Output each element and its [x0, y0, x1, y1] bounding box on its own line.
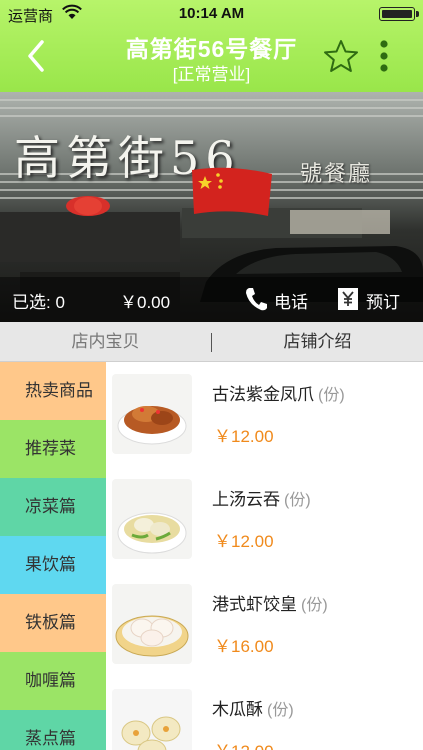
dish-unit: (份)	[267, 702, 294, 719]
total-price: ￥0.00	[120, 293, 171, 312]
dish-name: 木瓜酥 (份)	[212, 700, 294, 719]
selected-count: 已选: 0	[12, 293, 65, 312]
nav-header: 运营商 10:14 AM 高第街56号餐厅 [正常营业]	[0, 0, 423, 92]
favorite-star-icon[interactable]	[322, 38, 360, 74]
dish-row[interactable]: 港式虾饺皇 (份) ￥16.00	[106, 572, 423, 677]
category-dim-sum[interactable]: 蒸点篇	[0, 710, 106, 750]
tab-shop-intro[interactable]: 店铺介绍	[212, 322, 423, 362]
tab-products[interactable]: 店内宝贝	[0, 322, 211, 362]
category-drinks[interactable]: 果饮篇	[0, 536, 106, 594]
dish-price: ￥12.00	[214, 532, 274, 551]
dish-row[interactable]: 古法紫金凤爪 (份) ￥12.00	[106, 362, 423, 467]
dish-price: ￥16.00	[214, 637, 274, 656]
dish-name: 港式虾饺皇 (份)	[212, 595, 328, 614]
category-cold-dishes[interactable]: 凉菜篇	[0, 478, 106, 536]
clock: 10:14 AM	[178, 5, 245, 22]
dish-photo-chicken-feet	[112, 374, 192, 454]
flag-icon	[192, 167, 272, 216]
lantern-icon	[66, 196, 110, 216]
phone-icon	[246, 288, 267, 311]
dish-price: ￥12.00	[214, 427, 274, 446]
cart-summary-bar: 已选: 0 ￥0.00 电话 预订	[0, 277, 423, 322]
sign-lettering-small: 號餐廳	[300, 162, 373, 187]
reserve-label: 预订	[366, 293, 400, 312]
dish-unit: (份)	[301, 597, 328, 614]
dish-unit: (份)	[284, 492, 311, 509]
dish-list: 古法紫金凤爪 (份) ￥12.00 上汤云吞 (份) ￥12.00 港式虾饺皇 (份)…	[106, 362, 423, 750]
category-recommended[interactable]: 推荐菜	[0, 420, 106, 478]
dish-row[interactable]: 木瓜酥(份) ￥12.00	[106, 677, 423, 750]
more-options-icon[interactable]	[376, 38, 392, 74]
dish-name: 古法紫金凤爪 (份)	[212, 385, 345, 404]
dish-photo-wonton-soup	[112, 479, 192, 559]
dish-name: 上汤云吞 (份)	[212, 490, 311, 509]
battery-icon	[379, 7, 419, 21]
dish-row[interactable]: 上汤云吞 (份) ￥12.00	[106, 467, 423, 572]
dish-photo-shrimp-dumplings	[112, 584, 192, 664]
dish-photo-papaya-pastry	[112, 689, 192, 750]
tab-bar: 店内宝贝 店铺介绍	[0, 322, 423, 362]
category-sidebar: 热卖商品 推荐菜 凉菜篇 果饮篇 铁板篇 咖喱篇 蒸点篇	[0, 362, 106, 750]
reservation-ticket-icon	[338, 288, 358, 310]
category-hot-items[interactable]: 热卖商品	[0, 362, 106, 420]
category-curry[interactable]: 咖喱篇	[0, 652, 106, 710]
dish-unit: (份)	[318, 387, 345, 404]
status-bar: 运营商 10:14 AM	[0, 0, 423, 28]
dish-price: ￥12.00	[214, 737, 274, 750]
call-label: 电话	[274, 293, 308, 312]
category-teppanyaki[interactable]: 铁板篇	[0, 594, 106, 652]
